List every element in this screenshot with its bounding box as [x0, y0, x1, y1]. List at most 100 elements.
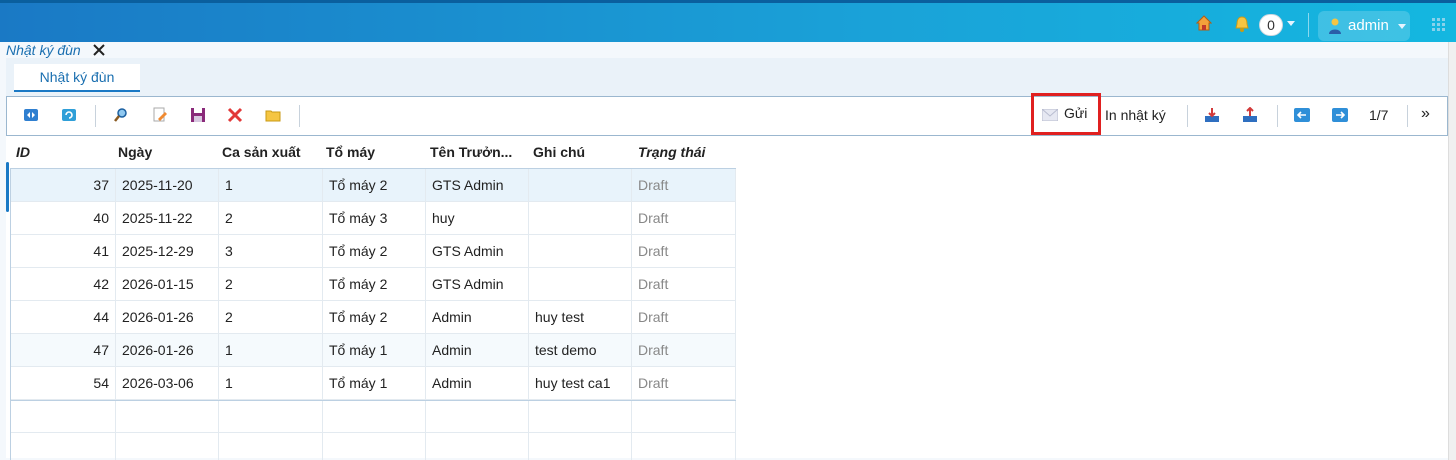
- cell-shift[interactable]: 2: [219, 202, 323, 235]
- save-icon[interactable]: [190, 107, 206, 123]
- next-record-icon[interactable]: [1332, 107, 1348, 123]
- cell-leader[interactable]: GTS Admin: [426, 235, 529, 268]
- search-icon[interactable]: [113, 107, 129, 123]
- cell-leader[interactable]: Admin: [426, 334, 529, 367]
- table-row[interactable]: 44 2026-01-26 2 Tổ máy 2 Admin huy test …: [11, 301, 736, 334]
- table-row[interactable]: 47 2026-01-26 1 Tổ máy 1 Admin test demo…: [11, 334, 736, 367]
- cell-date[interactable]: 2025-11-22: [116, 202, 219, 235]
- cell-status[interactable]: Draft: [632, 367, 736, 400]
- table-row[interactable]: 41 2025-12-29 3 Tổ máy 2 GTS Admin Draft: [11, 235, 736, 268]
- empty-row: [11, 433, 736, 460]
- cell-date[interactable]: 2026-01-26: [116, 334, 219, 367]
- cell-notes[interactable]: [529, 169, 632, 202]
- column-header-notes[interactable]: Ghi chú: [533, 144, 585, 160]
- column-header-id[interactable]: ID: [16, 144, 30, 160]
- cell-leader[interactable]: GTS Admin: [426, 268, 529, 301]
- cell-leader[interactable]: Admin: [426, 301, 529, 334]
- bell-icon[interactable]: [1234, 15, 1250, 33]
- cell-leader[interactable]: Admin: [426, 367, 529, 400]
- more-button[interactable]: »: [1421, 105, 1430, 123]
- import-icon[interactable]: [1204, 107, 1220, 123]
- cell-notes[interactable]: huy test: [529, 301, 632, 334]
- column-header-machine-group[interactable]: Tổ máy: [326, 144, 375, 160]
- column-header-leader[interactable]: Tên Trưởn...: [430, 144, 512, 160]
- cell-id[interactable]: 47: [11, 334, 116, 367]
- home-icon[interactable]: [1196, 15, 1212, 31]
- cell-machine-group[interactable]: Tổ máy 2: [323, 301, 426, 334]
- cell-status[interactable]: Draft: [632, 202, 736, 235]
- chevron-down-icon[interactable]: [1287, 21, 1295, 26]
- table-row[interactable]: 42 2026-01-15 2 Tổ máy 2 GTS Admin Draft: [11, 268, 736, 301]
- cell-id[interactable]: 37: [11, 169, 116, 202]
- empty-cell: [426, 433, 529, 460]
- cell-id[interactable]: 42: [11, 268, 116, 301]
- cell-notes[interactable]: [529, 235, 632, 268]
- cell-shift[interactable]: 1: [219, 367, 323, 400]
- cell-date[interactable]: 2026-01-26: [116, 301, 219, 334]
- cell-machine-group[interactable]: Tổ máy 2: [323, 268, 426, 301]
- cell-machine-group[interactable]: Tổ máy 3: [323, 202, 426, 235]
- cell-shift[interactable]: 2: [219, 268, 323, 301]
- column-header-date[interactable]: Ngày: [118, 144, 152, 160]
- notification-count-badge[interactable]: 0: [1259, 14, 1283, 36]
- cell-status[interactable]: Draft: [632, 235, 736, 268]
- column-header-shift[interactable]: Ca sản xuất: [222, 144, 301, 160]
- cell-shift[interactable]: 3: [219, 235, 323, 268]
- cell-status[interactable]: Draft: [632, 268, 736, 301]
- tab-nhat-ky-dun[interactable]: Nhật ký đùn: [14, 64, 140, 92]
- cell-status[interactable]: Draft: [632, 169, 736, 202]
- cell-machine-group[interactable]: Tổ máy 2: [323, 235, 426, 268]
- cell-id[interactable]: 44: [11, 301, 116, 334]
- cell-notes[interactable]: test demo: [529, 334, 632, 367]
- table-row[interactable]: 54 2026-03-06 1 Tổ máy 1 Admin huy test …: [11, 367, 736, 400]
- previous-record-icon[interactable]: [1294, 107, 1310, 123]
- cell-notes[interactable]: [529, 202, 632, 235]
- empty-cell: [632, 433, 736, 460]
- refresh-icon[interactable]: [61, 107, 77, 123]
- top-header-bar: 0 admin: [0, 0, 1456, 42]
- cell-shift[interactable]: 1: [219, 169, 323, 202]
- folder-icon[interactable]: [265, 107, 281, 123]
- user-menu-button[interactable]: admin: [1318, 11, 1410, 41]
- table-header: ID Ngày Ca sản xuất Tổ máy Tên Trưởn... …: [6, 138, 736, 168]
- user-name: admin: [1348, 17, 1389, 34]
- close-icon[interactable]: [92, 43, 106, 57]
- table-row[interactable]: 37 2025-11-20 1 Tổ máy 2 GTS Admin Draft: [11, 169, 736, 202]
- cell-date[interactable]: 2025-12-29: [116, 235, 219, 268]
- user-icon: [1329, 18, 1341, 34]
- cell-machine-group[interactable]: Tổ máy 1: [323, 334, 426, 367]
- apps-grid-icon[interactable]: [1432, 18, 1446, 32]
- print-log-button[interactable]: In nhật ký: [1105, 107, 1166, 123]
- export-icon[interactable]: [1242, 107, 1258, 123]
- cell-shift[interactable]: 2: [219, 301, 323, 334]
- column-header-status[interactable]: Trạng thái: [638, 144, 705, 160]
- cell-date[interactable]: 2026-01-15: [116, 268, 219, 301]
- tab-bar: Nhật ký đùn: [6, 58, 1448, 96]
- cell-date[interactable]: 2025-11-20: [116, 169, 219, 202]
- cell-date[interactable]: 2026-03-06: [116, 367, 219, 400]
- cell-leader[interactable]: GTS Admin: [426, 169, 529, 202]
- cell-notes[interactable]: huy test ca1: [529, 367, 632, 400]
- toggle-width-icon[interactable]: [23, 107, 39, 123]
- empty-cell: [426, 401, 529, 434]
- empty-cell: [529, 401, 632, 434]
- cell-status[interactable]: Draft: [632, 301, 736, 334]
- cell-id[interactable]: 40: [11, 202, 116, 235]
- table-row[interactable]: 40 2025-11-22 2 Tổ máy 3 huy Draft: [11, 202, 736, 235]
- cell-machine-group[interactable]: Tổ máy 1: [323, 367, 426, 400]
- edit-icon[interactable]: [152, 107, 168, 123]
- cell-machine-group[interactable]: Tổ máy 2: [323, 169, 426, 202]
- cell-notes[interactable]: [529, 268, 632, 301]
- delete-icon[interactable]: [227, 107, 243, 123]
- empty-row: [11, 400, 736, 434]
- cell-status[interactable]: Draft: [632, 334, 736, 367]
- vertical-scrollbar[interactable]: [1448, 42, 1456, 460]
- divider: [1277, 105, 1278, 127]
- chevron-down-icon: [1398, 24, 1406, 29]
- cell-id[interactable]: 54: [11, 367, 116, 400]
- main-panel: Nhật ký đùn Gửi In nhật ký 1/7 » ID Ngày…: [6, 58, 1448, 460]
- cell-shift[interactable]: 1: [219, 334, 323, 367]
- cell-id[interactable]: 41: [11, 235, 116, 268]
- send-button[interactable]: Gửi: [1031, 93, 1101, 135]
- cell-leader[interactable]: huy: [426, 202, 529, 235]
